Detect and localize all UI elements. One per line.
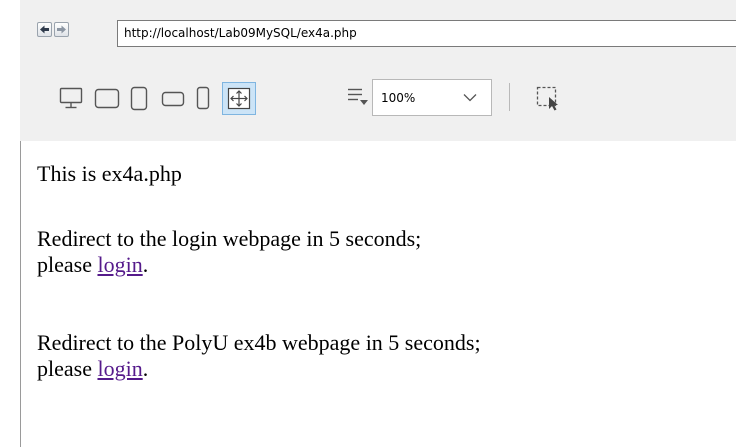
redirect-paragraph-login: Redirect to the login webpage in 5 secon… bbox=[37, 226, 421, 278]
arrow-right-icon bbox=[57, 25, 66, 34]
redirect-text: Redirect to the PolyU ex4b webpage in 5 … bbox=[37, 330, 481, 355]
please-text: please bbox=[37, 356, 98, 381]
redirect-paragraph-ex4b: Redirect to the PolyU ex4b webpage in 5 … bbox=[37, 330, 481, 382]
fit-to-window-icon[interactable] bbox=[222, 82, 256, 115]
period-text: . bbox=[142, 252, 149, 277]
please-text: please bbox=[37, 252, 98, 277]
period-text: . bbox=[142, 356, 149, 381]
content-left-border bbox=[20, 141, 21, 447]
orientation-menu-icon[interactable] bbox=[346, 86, 370, 108]
intro-text: This is ex4a.php bbox=[37, 161, 182, 186]
arrow-left-icon bbox=[40, 25, 49, 34]
tablet-landscape-icon[interactable] bbox=[94, 88, 120, 109]
redirect-text: Redirect to the login webpage in 5 secon… bbox=[37, 226, 422, 251]
login-link[interactable]: login bbox=[97, 252, 142, 277]
select-region-icon[interactable] bbox=[534, 84, 562, 112]
chevron-down-icon bbox=[463, 94, 477, 102]
login-link[interactable]: login bbox=[97, 356, 142, 381]
address-bar[interactable]: http://localhost/Lab09MySQL/ex4a.php bbox=[117, 20, 736, 47]
desktop-icon[interactable] bbox=[59, 87, 83, 110]
please-login-line: please login. bbox=[37, 356, 481, 382]
phone-portrait-icon[interactable] bbox=[196, 86, 210, 110]
phone-landscape-icon[interactable] bbox=[161, 91, 185, 107]
back-button[interactable] bbox=[37, 22, 52, 37]
tablet-portrait-icon[interactable] bbox=[130, 86, 148, 111]
please-login-line: please login. bbox=[37, 252, 421, 278]
toolbar-separator bbox=[509, 83, 510, 111]
zoom-value: 100% bbox=[381, 91, 416, 105]
zoom-select[interactable]: 100% bbox=[372, 79, 492, 116]
forward-button[interactable] bbox=[54, 22, 69, 37]
url-text[interactable]: http://localhost/Lab09MySQL/ex4a.php bbox=[124, 26, 357, 40]
